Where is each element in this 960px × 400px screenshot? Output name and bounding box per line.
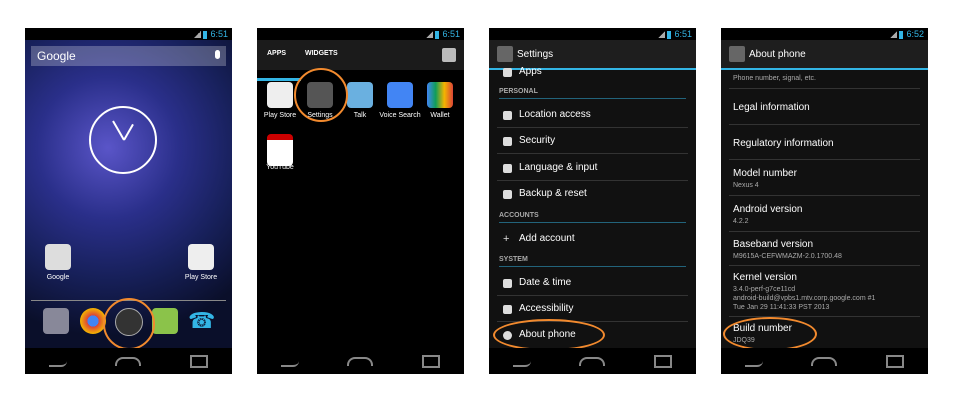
app-drawer-phone: 6:51 APPS WIDGETS Play Store Settings Ta… <box>257 28 464 374</box>
tab-apps[interactable]: APPS <box>267 50 286 57</box>
app-label: YouTube <box>266 164 294 171</box>
section-header: ACCOUNTS <box>499 212 539 219</box>
model-value: Nexus 4 <box>733 182 759 189</box>
home-icon[interactable] <box>115 356 142 366</box>
android-version-label: Android version <box>733 204 803 215</box>
messaging-icon[interactable] <box>152 308 178 334</box>
drawer-tabs: APPS WIDGETS <box>257 40 464 81</box>
home-screen-phone: 6:51 Google Google Play Store ☎ <box>25 28 232 374</box>
lock-icon <box>503 137 512 146</box>
camera-icon[interactable] <box>43 308 69 334</box>
back-icon[interactable] <box>745 355 764 367</box>
highlight-circle <box>103 298 155 350</box>
page-title: Settings <box>517 49 554 60</box>
highlight-circle <box>294 68 348 122</box>
kernel-value-1: 3.4.0-perf-g7ce11cd <box>733 286 796 293</box>
section-header: PERSONAL <box>499 88 538 95</box>
about-phone-phone: 6:52 About phone Phone number, signal, e… <box>721 28 928 374</box>
accessibility-icon <box>503 305 512 314</box>
home-icon[interactable] <box>347 356 374 366</box>
add-icon: + <box>503 233 510 245</box>
app-label: Play Store <box>263 112 297 119</box>
highlight-oval <box>723 317 817 351</box>
clock-icon <box>503 279 512 288</box>
recent-apps-icon[interactable] <box>653 354 672 368</box>
settings-item-backup[interactable]: Backup & reset <box>519 188 587 199</box>
kernel-label: Kernel version <box>733 272 797 283</box>
settings-item-language[interactable]: Language & input <box>519 162 597 173</box>
home-icon[interactable] <box>579 356 606 366</box>
google-search-bar[interactable]: Google <box>31 46 226 66</box>
settings-phone: 6:51 Settings Apps PERSONAL Location acc… <box>489 28 696 374</box>
nav-bar <box>257 348 464 374</box>
settings-item-accessibility[interactable]: Accessibility <box>519 303 573 314</box>
kernel-value-2: android-build@vpbs1.mtv.corp.google.com … <box>733 295 876 302</box>
nav-bar <box>25 348 232 374</box>
settings-item-apps[interactable]: Apps <box>519 66 542 77</box>
back-icon[interactable] <box>281 355 300 367</box>
action-bar: About phone <box>721 40 928 70</box>
recent-apps-icon[interactable] <box>189 354 208 368</box>
app-label: Wallet <box>430 112 450 119</box>
settings-icon[interactable] <box>497 46 513 62</box>
home-icon[interactable] <box>811 356 838 366</box>
app-label: Voice Search <box>379 112 421 119</box>
kernel-value-3: Tue Jan 29 11:41:33 PST 2013 <box>733 304 830 311</box>
status-bar: 6:51 <box>257 28 464 40</box>
nav-bar <box>721 348 928 374</box>
settings-item-date-time[interactable]: Date & time <box>519 277 571 288</box>
legal-information[interactable]: Legal information <box>733 102 810 113</box>
settings-item-security[interactable]: Security <box>519 135 555 146</box>
status-bar: 6:51 <box>489 28 696 40</box>
status-bar: 6:51 <box>25 28 232 40</box>
settings-item-location[interactable]: Location access <box>519 109 591 120</box>
search-label: Google <box>37 49 76 63</box>
play-store-icon[interactable] <box>267 82 293 108</box>
voice-search-icon[interactable] <box>387 82 413 108</box>
store-icon[interactable] <box>442 48 456 62</box>
highlight-oval <box>493 319 605 351</box>
section-header: SYSTEM <box>499 256 528 263</box>
settings-item-add-account[interactable]: Add account <box>519 233 575 244</box>
google-folder-label: Google <box>46 274 70 281</box>
recent-apps-icon[interactable] <box>421 354 440 368</box>
back-icon[interactable] <box>513 355 532 367</box>
baseband-label: Baseband version <box>733 239 814 250</box>
android-version-value: 4.2.2 <box>733 218 749 225</box>
apps-icon <box>503 68 512 77</box>
recent-apps-icon[interactable] <box>885 354 904 368</box>
backup-icon <box>503 190 512 199</box>
tab-widgets[interactable]: WIDGETS <box>305 50 338 57</box>
analog-clock-widget[interactable] <box>89 106 157 174</box>
settings-icon[interactable] <box>729 46 745 62</box>
app-label: Talk <box>353 112 367 119</box>
model-label: Model number <box>733 168 797 179</box>
regulatory-information[interactable]: Regulatory information <box>733 138 834 149</box>
phone-icon[interactable]: ☎ <box>188 308 215 334</box>
play-store-label: Play Store <box>184 274 218 281</box>
baseband-value: M9615A-CEFWMAZM-2.0.1700.48 <box>733 253 842 260</box>
mic-icon[interactable] <box>215 50 220 59</box>
youtube-icon[interactable] <box>267 134 293 166</box>
wallet-icon[interactable] <box>427 82 453 108</box>
nav-bar <box>489 348 696 374</box>
play-store-icon[interactable] <box>188 244 214 270</box>
talk-icon[interactable] <box>347 82 373 108</box>
google-folder-icon[interactable] <box>45 244 71 270</box>
page-title: About phone <box>749 49 806 60</box>
status-bar: 6:52 <box>721 28 928 40</box>
location-icon <box>503 111 512 120</box>
language-icon <box>503 164 512 173</box>
back-icon[interactable] <box>49 355 68 367</box>
status-subtitle: Phone number, signal, etc. <box>733 75 816 82</box>
